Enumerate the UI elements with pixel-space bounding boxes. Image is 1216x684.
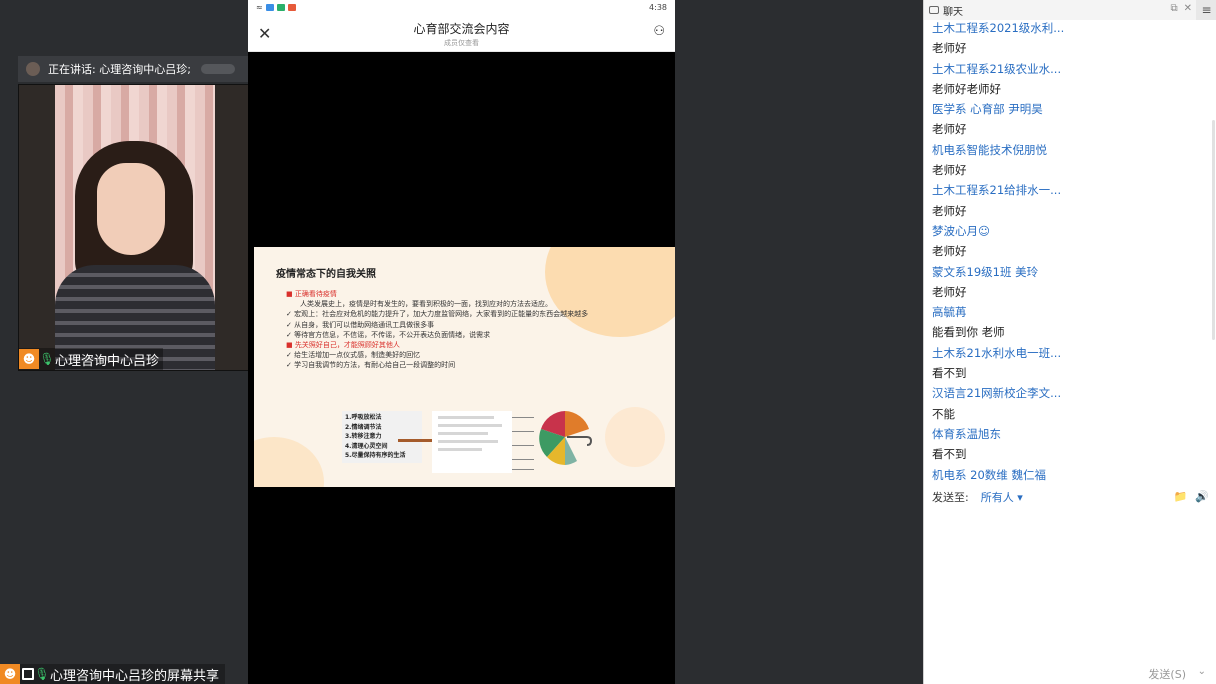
screen-share-name: 心理咨询中心吕珍的屏幕共享 [50, 668, 220, 684]
slide-bullets: ■ 正确看待疫情人类发展史上，疫情是时有发生的，要看到积极的一面，找到应对的方法… [286, 289, 616, 371]
chat-tools: 📁 🔊 [1174, 490, 1209, 503]
chat-message-sender[interactable]: 机电系智能技术倪朋悦 [932, 140, 1202, 160]
slide-bullet: ■ 先关照好自己，才能照顾好其他人 [286, 341, 400, 350]
slide-description-box [432, 411, 512, 473]
user-icon: ☻ [0, 664, 20, 684]
mic-icon: 🎙 [39, 352, 55, 366]
chat-icon [929, 6, 939, 14]
send-target-row: 发送至: 所有人 ▾ 📁 🔊 [924, 486, 1216, 508]
chat-message-text: 看不到 [932, 447, 967, 462]
user-icon: ☻ [19, 349, 39, 369]
slide-bullet: ✓ 宏观上：社会应对危机的能力提升了，加大力度监管网络，大家看到的正能量的东西会… [286, 310, 589, 319]
status-time: 4:38 [649, 2, 667, 12]
chat-message-text: 老师好老师好 [932, 81, 1001, 96]
chat-title: 聊天 [943, 6, 963, 18]
screen-share-label: ☻ 🎙 心理咨询中心吕珍的屏幕共享 [0, 664, 226, 684]
slide-methods: 1.呼吸放松法 2.情绪调节法 3.转移注意力 4.清理心灵空间 5.尽量保持有序的生活 [342, 411, 422, 463]
menu-icon[interactable]: ≡ [1196, 0, 1216, 20]
chat-panel: 聊天 ⧉ ✕ ≡ 土木工程系2021级水利... 老师好 土木工程系21级农业水..… [923, 0, 1216, 684]
screen-share-icon [22, 668, 34, 680]
mic-icon: 🎙 [34, 667, 50, 681]
chat-message-text: 老师好 [932, 284, 967, 299]
slide-method: 2.情绪调节法 [345, 423, 382, 431]
chat-message-sender[interactable]: 高毓苒 [932, 302, 1202, 322]
phone-title-bar: ✕ 心育部交流会内容 成员仅查看 ⚇ [248, 14, 675, 52]
close-icon[interactable]: ✕ [1184, 3, 1192, 14]
person-icon[interactable]: ⚇ [653, 24, 665, 39]
chat-message-text: 老师好 [932, 163, 967, 178]
chat-message-text: 不能 [932, 406, 955, 421]
chat-message-sender[interactable]: 土木工程系2021级水利... [932, 18, 1202, 38]
chat-header: 聊天 ⧉ ✕ [924, 0, 1196, 20]
presentation-slide: 疫情常态下的自我关照 ■ 正确看待疫情人类发展史上，疫情是时有发生的，要看到积极… [254, 247, 675, 487]
chat-message-text: 老师好 [932, 244, 967, 259]
video-name-label: ☻ 🎙 心理咨询中心吕珍 [19, 348, 164, 370]
umbrella-graphic [539, 411, 593, 465]
send-to-label: 发送至: [932, 491, 969, 504]
document-title: 心育部交流会内容 [413, 22, 510, 36]
slide-bullet: ✓ 等待官方信息，不信谣，不传谣，不公开表达负面情绪，说需求 [286, 330, 491, 339]
slide-bullet: ✓ 学习自我调节的方法，有耐心给自己一段调整的时间 [286, 361, 456, 370]
chat-message-sender[interactable]: 机电系 20数维 魏仁福 [932, 465, 1202, 485]
speaking-indicator: 正在讲话: 心理咨询中心吕珍; [18, 56, 252, 82]
slide-method: 1.呼吸放松法 [345, 414, 382, 421]
video-name: 心理咨询中心吕珍 [55, 353, 160, 369]
send-options-icon[interactable]: ⌄ [1198, 666, 1206, 677]
phone-status-bar: ≈ 4:38 [248, 0, 675, 14]
video-tile[interactable]: ☻ 🎙 心理咨询中心吕珍 [18, 84, 253, 371]
speaking-text: 正在讲话: 心理咨询中心吕珍; [48, 63, 191, 76]
status-left-icons: ≈ [256, 3, 296, 12]
chat-message-text: 老师好 [932, 41, 967, 56]
volume-icon[interactable]: 🔊 [1195, 490, 1209, 503]
shared-screen: ≈ 4:38 ✕ 心育部交流会内容 成员仅查看 ⚇ 疫情常态下的自我关照 ■ 正… [248, 0, 675, 684]
chat-messages: 土木工程系2021级水利... 老师好 土木工程系21级农业水... 老师好老师好 医学… [932, 18, 1202, 485]
chat-message-sender[interactable]: 汉语言21网新校企李文... [932, 383, 1202, 403]
chat-message-sender[interactable]: 医学系 心育部 尹明昊 [932, 99, 1202, 119]
slide-connector [398, 439, 432, 442]
slide-bullet: ✓ 给生活增加一点仪式感，制造美好的回忆 [286, 351, 421, 360]
slide-decor [605, 407, 665, 467]
chat-message-sender[interactable]: 土木工程系21给排水一... [932, 180, 1202, 200]
video-bg-right [215, 85, 252, 370]
app-icon [287, 3, 296, 11]
video-bg-left [19, 85, 55, 370]
app-icon [276, 3, 285, 11]
slide-decor [254, 437, 324, 487]
video-person-face [97, 163, 165, 255]
meeting-window: 正在讲话: 心理咨询中心吕珍; › ☻ 🎙 心理咨询中心吕珍 ☻ 🎙 心理咨询中… [0, 0, 1216, 684]
popout-icon[interactable]: ⧉ [1170, 3, 1177, 14]
app-icon [265, 3, 274, 11]
chat-message-text: 看不到 [932, 366, 967, 381]
chat-message-text: 能看到你 老师 [932, 325, 1005, 340]
slide-method: 4.清理心灵空间 [345, 442, 388, 450]
slide-bullet: ■ 正确看待疫情 [286, 290, 337, 298]
chat-message-sender[interactable]: 蒙文系19级1班 美玲 [932, 262, 1202, 282]
speaker-avatar-icon [26, 62, 40, 76]
slide-bullet: 人类发展史上，疫情是时有发生的，要看到积极的一面，找到应对的方法去适应。 [300, 300, 552, 309]
chat-scrollbar[interactable] [1212, 120, 1215, 340]
document-subtitle: 成员仅查看 [444, 39, 479, 47]
chat-message-text: 老师好 [932, 203, 967, 218]
slide-method: 5.尽量保持有序的生活 [345, 452, 406, 460]
send-button[interactable]: 发送(S) [1148, 666, 1186, 682]
chat-input[interactable] [924, 508, 1216, 658]
chat-message-sender[interactable]: 土木工程系21级农业水... [932, 59, 1202, 79]
chat-window-controls: ⧉ ✕ [1170, 3, 1192, 14]
chat-message-sender[interactable]: 体育系温旭东 [932, 424, 1202, 444]
slide-title: 疫情常态下的自我关照 [276, 269, 376, 280]
chat-message-sender[interactable]: 梦波心月☺ [932, 221, 1202, 241]
speaker-blur [200, 64, 235, 74]
slide-bullet: ✓ 从自身，我们可以借助网络通讯工具做很多事 [286, 320, 435, 329]
folder-icon[interactable]: 📁 [1174, 490, 1188, 503]
chat-message-sender[interactable]: 土木系21水利水电一班... [932, 343, 1202, 363]
wifi-icon: ≈ [256, 2, 263, 12]
send-to-dropdown[interactable]: 所有人 ▾ [981, 489, 1023, 505]
chat-message-text: 老师好 [932, 122, 967, 137]
